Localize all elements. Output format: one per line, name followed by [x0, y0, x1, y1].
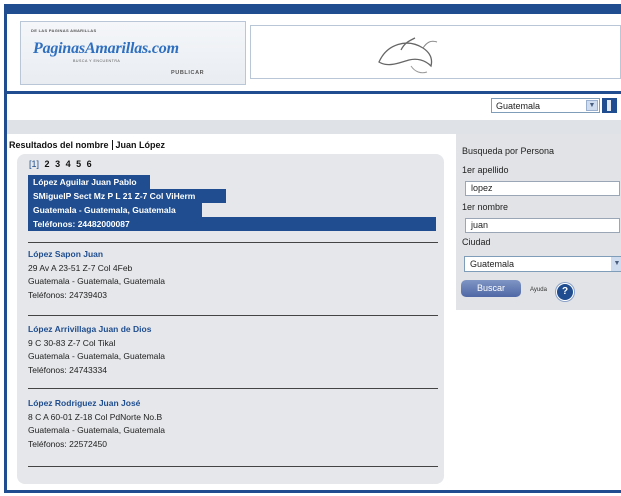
entry-divider — [28, 242, 438, 243]
results-heading-name: Juan López — [111, 140, 166, 150]
entry-location: Guatemala - Guatemala, Guatemala — [28, 203, 202, 217]
country-select-value: Guatemala — [496, 101, 541, 111]
entry-address: SMiguelP Sect Mz P L 21 Z-7 Col ViHerm — [28, 189, 226, 203]
header-band — [7, 120, 621, 134]
logo-tagline: BUSCA Y ENCUENTRA — [73, 59, 121, 63]
entry-phone: Teléfonos: 24739403 — [28, 289, 107, 300]
page-link[interactable]: [1] — [29, 159, 39, 169]
logo-part-2: Amarillas — [84, 40, 149, 57]
search-panel: Busqueda por Persona 1er apellido lopez … — [456, 134, 621, 310]
entry-divider — [28, 388, 438, 389]
results-heading-label: Resultados del nombre — [9, 140, 109, 150]
entry-phone: Teléfonos: 24743334 — [28, 364, 107, 375]
entry-name[interactable]: López Sapon Juan — [28, 248, 165, 262]
firstname-field[interactable]: juan — [465, 218, 620, 233]
city-label: Ciudad — [462, 237, 491, 247]
entry-address: 29 Av A 23-51 Z-7 Col 4Feb — [28, 262, 133, 273]
list-item: López Sapon Juan 29 Av A 23-51 Z-7 Col 4… — [28, 248, 165, 302]
entry-location: Guatemala - Guatemala, Guatemala — [28, 276, 166, 286]
page-link[interactable]: 6 — [87, 159, 92, 169]
page-link[interactable]: 4 — [66, 159, 71, 169]
search-button[interactable]: Buscar — [461, 280, 521, 297]
help-label[interactable]: Ayuda — [530, 287, 547, 293]
top-bar — [7, 7, 621, 14]
entry-location: Guatemala - Guatemala, Guatemala — [28, 425, 166, 435]
entry-address: 8 C A 60-01 Z-18 Col PdNorte No.B — [28, 411, 163, 422]
dolphin-icon — [378, 37, 438, 74]
chevron-down-icon[interactable]: ▼ — [586, 100, 598, 111]
go-button[interactable] — [602, 98, 617, 113]
logo-part-3: .com — [148, 40, 179, 57]
logo-small-text: DE LAS PAGINAS AMARILLAS — [31, 28, 97, 33]
entry-address: 9 C 30-83 Z-7 Col Tikal — [28, 337, 116, 348]
help-icon[interactable]: ? — [556, 283, 574, 301]
logo-part-1: Paginas — [33, 40, 85, 57]
site-logo[interactable]: DE LAS PAGINAS AMARILLAS PaginasAmarilla… — [20, 21, 246, 85]
entry-name[interactable]: López Aguilar Juan Pablo — [28, 175, 150, 189]
city-select-value: Guatemala — [470, 259, 515, 269]
ad-banner[interactable] — [250, 25, 621, 79]
city-select[interactable]: Guatemala ▼ — [464, 256, 621, 272]
pagination: [1] 2 3 4 5 6 — [29, 159, 95, 169]
page-link[interactable]: 3 — [55, 159, 60, 169]
entry-phone: Teléfonos: 24482000087 — [28, 217, 436, 231]
page-link[interactable]: 5 — [76, 159, 81, 169]
logo-wordmark: PaginasAmarillas.com — [33, 40, 179, 58]
entry-name[interactable]: López Rodriguez Juan José — [28, 397, 165, 411]
entry-divider — [28, 466, 438, 467]
firstname-label: 1er nombre — [462, 202, 509, 212]
results-heading: Resultados del nombre Juan López — [9, 140, 166, 150]
entry-divider — [28, 315, 438, 316]
header-divider — [7, 91, 621, 94]
logo-publisher: PUBLICAR — [171, 70, 205, 76]
entry-name[interactable]: López Arrivillaga Juan de Dios — [28, 323, 165, 337]
list-item: López Arrivillaga Juan de Dios 9 C 30-83… — [28, 323, 165, 377]
surname-label: 1er apellido — [462, 165, 509, 175]
page-frame: DE LAS PAGINAS AMARILLAS PaginasAmarilla… — [4, 4, 621, 493]
entry-phone: Teléfonos: 22572450 — [28, 438, 107, 449]
country-select[interactable]: Guatemala ▼ — [491, 98, 600, 113]
surname-field[interactable]: lopez — [465, 181, 620, 196]
chevron-down-icon[interactable]: ▼ — [611, 257, 621, 271]
page-link[interactable]: 2 — [45, 159, 50, 169]
entry-location: Guatemala - Guatemala, Guatemala — [28, 351, 166, 361]
search-panel-title: Busqueda por Persona — [462, 146, 555, 156]
list-item: López Rodriguez Juan José 8 C A 60-01 Z-… — [28, 397, 165, 451]
